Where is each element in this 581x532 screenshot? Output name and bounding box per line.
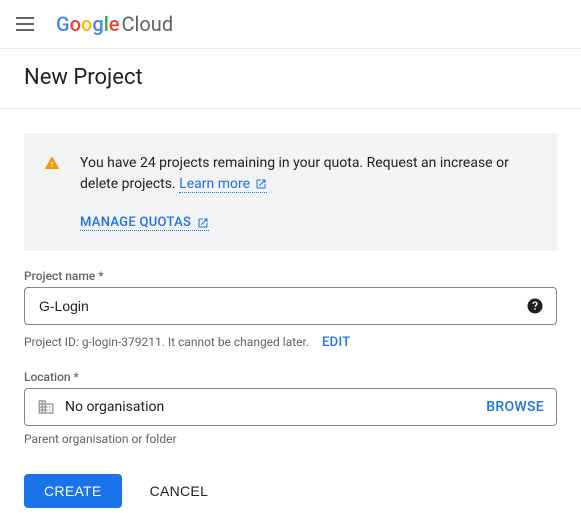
external-link-icon <box>255 178 267 190</box>
project-name-input[interactable] <box>37 297 526 315</box>
google-cloud-logo[interactable]: Google Cloud <box>56 12 173 36</box>
location-helper-text: Parent organisation or folder <box>24 432 557 446</box>
browse-button[interactable]: BROWSE <box>486 399 544 415</box>
edit-project-id-link[interactable]: EDIT <box>322 335 350 350</box>
logo-cloud-text: Cloud <box>122 12 174 36</box>
quota-notice-text: You have 24 projects remaining in your q… <box>80 155 509 192</box>
help-icon[interactable] <box>526 297 544 315</box>
project-id-line: Project ID: g-login-379211. It cannot be… <box>24 335 557 350</box>
external-link-icon <box>197 217 209 229</box>
quota-notice: You have 24 projects remaining in your q… <box>24 133 557 251</box>
location-label: Location * <box>24 370 557 384</box>
project-name-input-wrapper <box>24 287 557 325</box>
location-value: No organisation <box>65 399 486 415</box>
organisation-icon <box>37 398 55 416</box>
menu-icon[interactable] <box>16 12 40 36</box>
create-button[interactable]: CREATE <box>24 474 122 508</box>
manage-quotas-link[interactable]: MANAGE QUOTAS <box>80 215 209 231</box>
cancel-button[interactable]: CANCEL <box>150 483 209 499</box>
project-name-label: Project name * <box>24 269 557 283</box>
warning-icon <box>44 155 60 171</box>
top-bar: Google Cloud <box>0 0 581 48</box>
learn-more-link[interactable]: Learn more <box>179 176 267 193</box>
page-title: New Project <box>24 65 557 90</box>
location-input-wrapper: No organisation BROWSE <box>24 388 557 426</box>
